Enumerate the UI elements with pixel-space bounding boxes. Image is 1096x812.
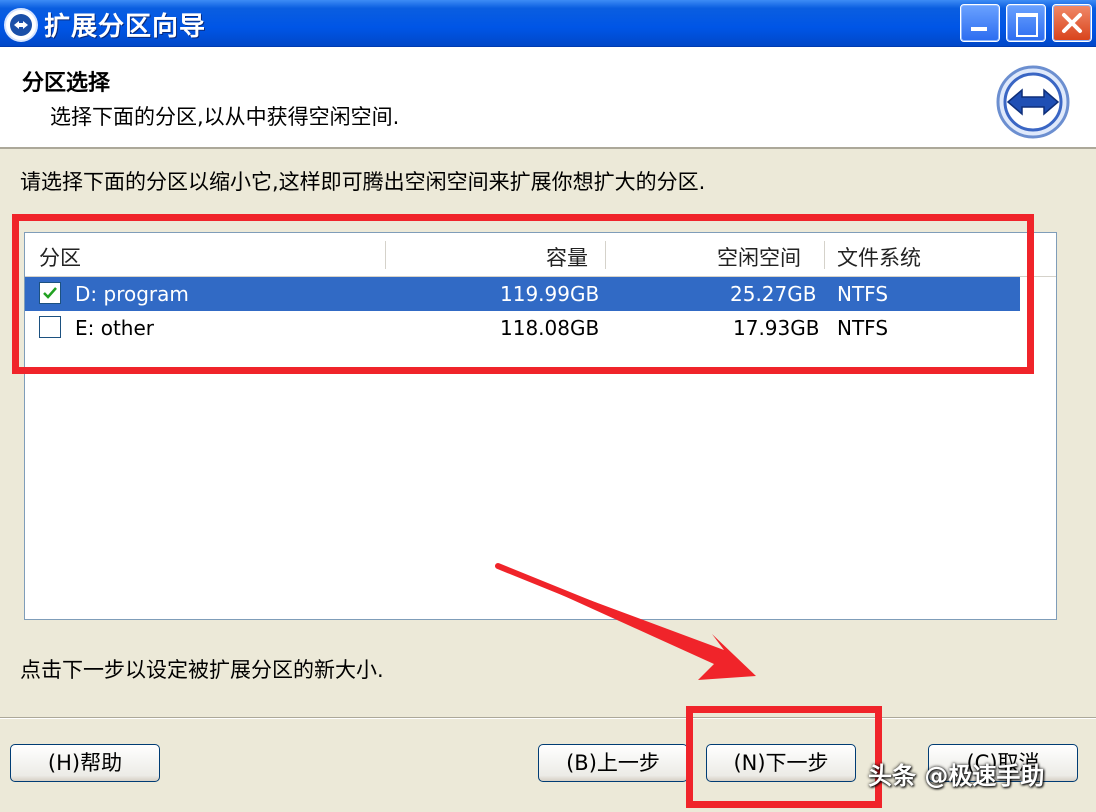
watermark: 头条 @极速手助 — [868, 762, 1045, 790]
red-arrow-icon — [495, 563, 756, 680]
